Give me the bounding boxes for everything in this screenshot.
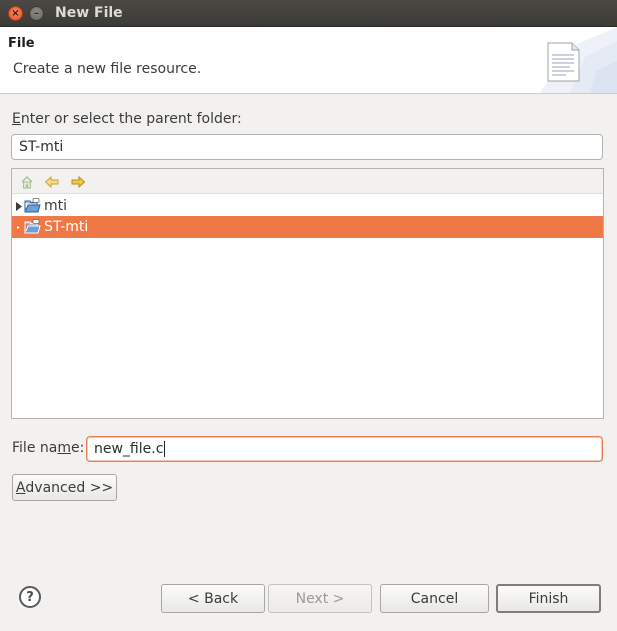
new-file-wizard-icon (530, 27, 617, 93)
file-name-value: new_file.c (94, 441, 164, 457)
minimize-icon: – (34, 7, 39, 19)
tree-item-label: mti (44, 198, 68, 214)
tree-item-mti[interactable]: mti (12, 195, 603, 217)
back-button-label: < Back (187, 590, 239, 607)
back-arrow-icon[interactable] (44, 174, 60, 190)
expand-arrow-icon[interactable] (14, 223, 24, 232)
minimize-window-button[interactable]: – (29, 6, 44, 21)
advanced-button-label: dvanced >> (25, 479, 114, 496)
title-bar: × – New File (0, 0, 617, 27)
close-window-button[interactable]: × (8, 6, 23, 21)
close-icon: × (11, 7, 20, 19)
tree-toolbar (12, 169, 603, 194)
parent-folder-input[interactable]: ST-mti (11, 134, 603, 160)
tree-item-label: ST-mti (44, 219, 89, 235)
cancel-button[interactable]: Cancel (380, 584, 489, 613)
advanced-button-mnemonic: A (15, 479, 26, 496)
back-button[interactable]: < Back (161, 584, 265, 613)
page-title: File (8, 36, 35, 51)
page-description: Create a new file resource. (13, 61, 202, 77)
next-button[interactable]: Next > (268, 584, 372, 613)
text-caret (164, 441, 166, 457)
finish-button-label: Finish (528, 590, 569, 607)
parent-folder-label-text: nter or select the parent folder: (20, 111, 242, 127)
home-icon[interactable] (19, 174, 35, 190)
next-button-label: Next > (295, 590, 345, 607)
parent-folder-value: ST-mti (19, 139, 64, 155)
advanced-button[interactable]: Advanced >> (12, 474, 117, 501)
window-title: New File (55, 5, 123, 21)
parent-folder-label: Enter or select the parent folder: (12, 111, 242, 127)
forward-arrow-icon[interactable] (70, 174, 86, 190)
finish-button[interactable]: Finish (496, 584, 601, 613)
parent-folder-label-mnemonic: E (12, 111, 21, 127)
file-name-label-mnemonic: m (57, 440, 71, 456)
help-button[interactable]: ? (19, 586, 41, 608)
help-icon: ? (26, 589, 34, 605)
project-folder-icon (24, 198, 42, 214)
tree-item-st-mti[interactable]: ST-mti (12, 216, 603, 238)
file-name-label-end: e: (70, 440, 85, 456)
file-name-input[interactable]: new_file.c (86, 436, 603, 462)
cancel-button-label: Cancel (410, 590, 459, 607)
new-file-dialog: × – New File File Create a new file reso… (0, 0, 617, 631)
file-name-label: File name: (12, 440, 84, 456)
project-folder-icon (24, 219, 42, 235)
file-name-label-start: File na (12, 440, 58, 456)
folder-tree[interactable]: mti ST-mti (11, 168, 604, 419)
expand-arrow-icon[interactable] (14, 201, 24, 211)
wizard-header: File Create a new file resource. (0, 27, 617, 94)
